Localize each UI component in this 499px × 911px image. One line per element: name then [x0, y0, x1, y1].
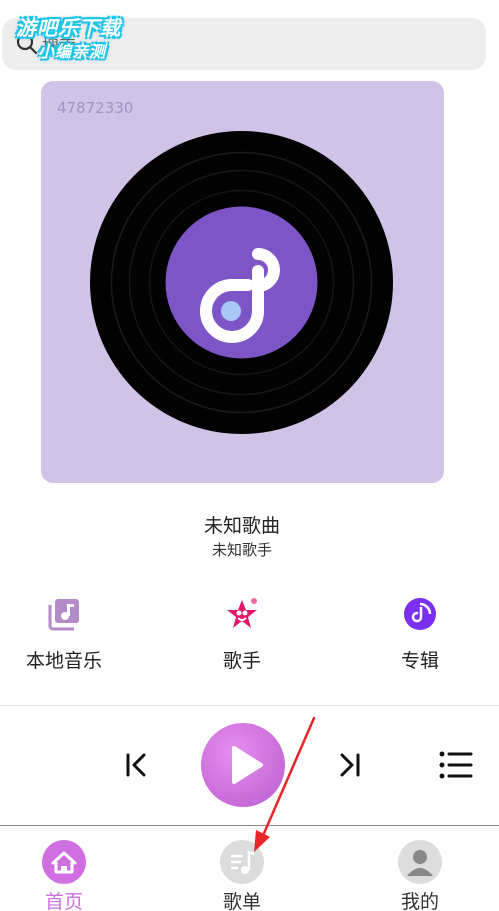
vinyl-record-icon: [90, 131, 393, 434]
tab-playlist[interactable]: 歌单: [197, 840, 287, 911]
song-title: 未知歌曲: [203, 515, 280, 537]
tab-label: 首页: [44, 891, 83, 911]
category-local-music[interactable]: 本地音乐: [4, 596, 124, 676]
cover-id-text: 47872330: [57, 99, 134, 117]
user-avatar-icon: [398, 840, 442, 884]
local-music-icon: [48, 599, 79, 631]
category-label: 歌手: [222, 650, 261, 672]
album-disc-icon: [404, 598, 436, 630]
category-singer[interactable]: 歌手: [182, 596, 302, 676]
tab-mine[interactable]: 我的: [375, 840, 465, 911]
play-icon: [232, 746, 263, 784]
bottom-tab-bar: 首页 歌单 我的: [0, 825, 499, 911]
album-cover-card[interactable]: 47872330: [41, 81, 444, 483]
category-label: 专辑: [400, 650, 439, 672]
playlist-menu-button[interactable]: [438, 749, 474, 781]
next-track-button[interactable]: [334, 750, 364, 780]
divider: [0, 705, 499, 706]
tab-home[interactable]: 首页: [19, 840, 109, 911]
song-artist: 未知歌手: [211, 541, 272, 559]
watermark-line2: 小编亲测: [38, 42, 107, 61]
home-icon: [42, 840, 86, 884]
play-button[interactable]: [201, 723, 285, 807]
tab-label: 歌单: [222, 891, 261, 911]
category-label: 本地音乐: [25, 650, 102, 672]
tab-label: 我的: [400, 891, 439, 911]
singer-star-icon: [227, 598, 257, 628]
watermark-line1: 游吧乐下载: [16, 16, 121, 40]
playlist-note-icon: [220, 840, 264, 884]
previous-track-button[interactable]: [122, 750, 152, 780]
watermark-logo: 游吧乐下载 小编亲测: [8, 4, 158, 66]
category-album[interactable]: 专辑: [360, 596, 480, 676]
